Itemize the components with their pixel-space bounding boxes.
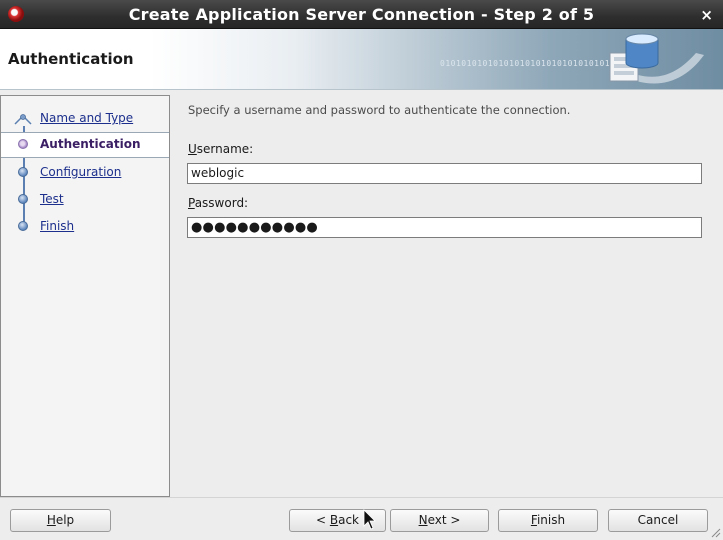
nav-item-configuration[interactable]: Configuration bbox=[1, 161, 169, 185]
binary-decoration: 0101010101010101010101010101010101 bbox=[440, 59, 621, 68]
step-dot-icon bbox=[18, 139, 28, 149]
step-description: Specify a username and password to authe… bbox=[188, 103, 571, 117]
password-field[interactable]: ●●●●●●●●●●● bbox=[187, 217, 702, 238]
nav-item-label[interactable]: Name and Type bbox=[40, 111, 133, 125]
step-navigator: Name and Type Authentication Configurati… bbox=[0, 95, 170, 497]
nav-item-label[interactable]: Configuration bbox=[40, 165, 121, 179]
nav-item-test[interactable]: Test bbox=[1, 188, 169, 212]
step-dot-icon bbox=[18, 167, 28, 177]
help-button[interactable]: Help bbox=[10, 509, 111, 532]
window-title: Create Application Server Connection - S… bbox=[128, 5, 595, 24]
title-bar[interactable]: Create Application Server Connection - S… bbox=[0, 0, 723, 29]
nav-item-name-and-type[interactable]: Name and Type bbox=[1, 107, 169, 131]
step-start-icon bbox=[14, 114, 32, 125]
password-label: Password: bbox=[188, 196, 249, 210]
close-icon[interactable]: × bbox=[700, 6, 713, 24]
nav-item-label[interactable]: Finish bbox=[40, 219, 74, 233]
next-button[interactable]: Next > bbox=[390, 509, 489, 532]
cancel-button[interactable]: Cancel bbox=[608, 509, 708, 532]
mouse-cursor-icon bbox=[363, 509, 376, 530]
page-title: Authentication bbox=[8, 50, 134, 68]
resize-grip-icon[interactable] bbox=[709, 526, 721, 538]
nav-item-authentication[interactable]: Authentication bbox=[1, 132, 169, 158]
nav-item-label[interactable]: Test bbox=[40, 192, 64, 206]
username-label: Username: bbox=[188, 142, 254, 156]
dialog-window: Create Application Server Connection - S… bbox=[0, 0, 723, 540]
server-graphic-icon bbox=[609, 33, 704, 84]
username-field[interactable]: weblogic bbox=[187, 163, 702, 184]
step-dot-icon bbox=[18, 221, 28, 231]
finish-button[interactable]: Finish bbox=[498, 509, 598, 532]
step-dot-icon bbox=[18, 194, 28, 204]
step-header: 0101010101010101010101010101010101 Authe… bbox=[0, 29, 723, 90]
button-bar-divider bbox=[0, 497, 723, 498]
nav-item-finish[interactable]: Finish bbox=[1, 215, 169, 239]
nav-item-label: Authentication bbox=[40, 137, 141, 151]
